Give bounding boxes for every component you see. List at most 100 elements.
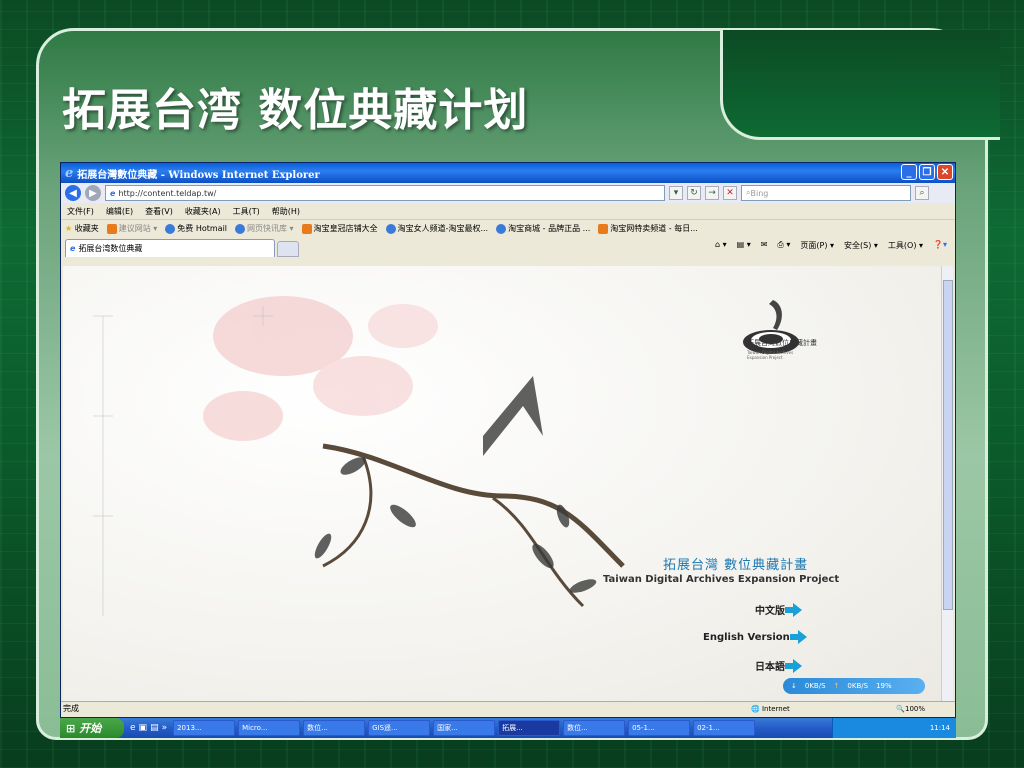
page-menu[interactable]: 页面(P) ▾ — [800, 240, 834, 251]
arrow-right-icon — [789, 630, 807, 644]
mail-icon[interactable]: ✉ — [761, 240, 768, 251]
taskbar-item[interactable]: 数位... — [303, 720, 366, 736]
refresh-button[interactable]: ↻ — [687, 186, 701, 200]
ie-logo-icon: e — [65, 165, 74, 181]
taskbar-item[interactable]: 拓展... — [498, 720, 561, 736]
stop-button[interactable]: ✕ — [723, 186, 737, 200]
new-tab-button[interactable] — [277, 241, 299, 257]
logo-subtitle: Taiwan Digital Archives Expansion Project — [747, 350, 794, 360]
taskbar-item[interactable]: 数位... — [563, 720, 626, 736]
page-icon: e — [110, 188, 116, 198]
minimize-button[interactable]: _ — [901, 164, 917, 180]
status-bar: 完成 🌐 Internet 🔍100% — [61, 701, 955, 715]
upload-icon: ↑ — [833, 682, 840, 690]
taskbar-item[interactable]: GIS遥... — [368, 720, 431, 736]
desktop-icon[interactable]: ▣ — [139, 723, 148, 733]
window-controls: _ ❐ ✕ — [901, 164, 953, 180]
ie-tab-icon: e — [70, 244, 76, 253]
menu-edit[interactable]: 编辑(E) — [106, 206, 133, 217]
feeds-icon[interactable]: ▤ ▾ — [737, 240, 751, 251]
menu-view[interactable]: 查看(V) — [145, 206, 173, 217]
folder-icon[interactable]: ▤ — [150, 723, 159, 733]
system-tray: 11:14 — [832, 718, 956, 738]
address-text: http://content.teldap.tw/ — [118, 188, 217, 198]
forward-button[interactable]: ▶ — [85, 185, 101, 201]
download-speed: 0KB/S — [804, 682, 826, 690]
taskbar-item[interactable]: Micro... — [238, 720, 301, 736]
tools-menu[interactable]: 工具(O) ▾ — [888, 240, 923, 251]
search-placeholder: Bing — [750, 188, 769, 198]
ie-icon[interactable]: e — [130, 723, 136, 733]
site-icon — [165, 223, 176, 234]
help-icon[interactable]: ❓▾ — [933, 240, 947, 251]
zoom-level[interactable]: 🔍100% — [896, 705, 925, 713]
menu-favorites[interactable]: 收藏夹(A) — [185, 206, 221, 217]
start-button[interactable]: ⊞ 开始 — [60, 718, 124, 738]
title-curve-decoration — [720, 30, 1000, 140]
print-icon[interactable]: ⎙ ▾ — [777, 240, 790, 251]
menu-bar: 文件(F) 编辑(E) 查看(V) 收藏夹(A) 工具(T) 帮助(H) — [61, 203, 955, 219]
lang-link-english[interactable]: English Version — [703, 630, 807, 644]
logo-text: 拓展台灣數位典藏計畫 — [747, 339, 817, 347]
taskbar: ⊞ 开始 e ▣ ▤» 2013... Micro... 数位... GIS遥... … — [60, 718, 956, 738]
clock[interactable]: 11:14 — [930, 724, 950, 732]
site-icon — [235, 223, 246, 234]
maximize-button[interactable]: ❐ — [919, 164, 935, 180]
compat-view-button[interactable]: ▾ — [669, 186, 683, 200]
favorites-button[interactable]: ★ 收藏夹 — [65, 223, 99, 234]
fav-item[interactable]: 免费 Hotmail — [165, 223, 227, 234]
chevron-icon[interactable]: » — [162, 723, 168, 733]
search-input[interactable]: ⌕ Bing — [741, 185, 911, 201]
site-icon — [496, 223, 507, 234]
windows-logo-icon: ⊞ — [66, 721, 76, 735]
fav-item[interactable]: 淘宝女人频道-淘宝最权... — [385, 223, 488, 234]
address-row: ◀ ▶ e http://content.teldap.tw/ ▾ ↻ → ✕ ⌕… — [61, 183, 955, 203]
upload-speed: 0KB/S — [847, 682, 869, 690]
go-button[interactable]: → — [705, 186, 719, 200]
lang-link-chinese[interactable]: 中文版 — [755, 602, 802, 617]
arrow-right-icon — [785, 602, 802, 617]
tab-label: 拓展台湾数位典藏 — [78, 244, 143, 253]
ie-title-bar: e 拓展台灣數位典藏 - Windows Internet Explorer _… — [61, 163, 955, 183]
home-icon[interactable]: ⌂ ▾ — [715, 240, 727, 251]
lang-link-japanese[interactable]: 日本語 — [755, 658, 802, 673]
site-icon — [106, 223, 117, 234]
command-bar: ⌂ ▾ ▤ ▾ ✉ ⎙ ▾ 页面(P) ▾ 安全(S) ▾ 工具(O) ▾ ❓▾ — [715, 240, 947, 251]
favorites-bar: ★ 收藏夹 建议网站 ▾ 免费 Hotmail 网页快讯库 ▾ 淘宝皇冠店铺大全… — [61, 219, 955, 237]
ie-window-title: 拓展台灣數位典藏 - Windows Internet Explorer — [77, 169, 320, 181]
taskbar-item[interactable]: 2013... — [173, 720, 236, 736]
address-bar[interactable]: e http://content.teldap.tw/ — [105, 185, 665, 201]
fav-item[interactable]: 淘宝网特卖频道 - 每日... — [598, 223, 698, 234]
speed-indicator: ↓ 0KB/S ↑ 0KB/S 19% — [783, 678, 925, 694]
slide-title: 拓展台湾 数位典藏计划 — [62, 85, 529, 136]
download-icon: ↓ — [791, 682, 797, 690]
fav-item[interactable]: 淘宝皇冠店铺大全 — [301, 223, 378, 234]
taskbar-item[interactable]: 02-1... — [693, 720, 756, 736]
taskbar-item[interactable]: 国家... — [433, 720, 496, 736]
web-content: 拓展台灣數位典藏計畫 Taiwan Digital Archives Expans… — [63, 266, 943, 702]
star-icon: ★ — [65, 224, 73, 233]
site-icon — [385, 223, 396, 234]
close-button[interactable]: ✕ — [937, 164, 953, 180]
security-zone: 🌐 Internet — [751, 704, 790, 713]
browser-tab[interactable]: e 拓展台湾数位典藏 — [65, 239, 275, 257]
status-text: 完成 — [63, 704, 79, 713]
search-go-button[interactable]: ⌕ — [915, 186, 929, 200]
menu-tools[interactable]: 工具(T) — [233, 206, 260, 217]
menu-file[interactable]: 文件(F) — [67, 206, 94, 217]
globe-icon: 🌐 — [751, 704, 762, 713]
fav-item[interactable]: 淘宝商城 - 品牌正品 ... — [496, 223, 590, 234]
favorites-label: 收藏夹 — [74, 224, 99, 233]
back-button[interactable]: ◀ — [65, 185, 81, 201]
ie-window: e 拓展台灣數位典藏 - Windows Internet Explorer _… — [60, 162, 956, 718]
fav-item[interactable]: 网页快讯库 ▾ — [235, 223, 294, 234]
fav-item[interactable]: 建议网站 ▾ — [106, 223, 157, 234]
vertical-scrollbar[interactable] — [941, 266, 953, 702]
scroll-thumb[interactable] — [943, 280, 953, 610]
zoom-icon: 🔍 — [896, 704, 905, 713]
site-icon — [598, 223, 609, 234]
tab-row: e 拓展台湾数位典藏 ⌂ ▾ ▤ ▾ ✉ ⎙ ▾ 页面(P) ▾ 安全(S) ▾ … — [61, 237, 955, 257]
taskbar-item[interactable]: 05-1... — [628, 720, 691, 736]
menu-help[interactable]: 帮助(H) — [272, 206, 300, 217]
safety-menu[interactable]: 安全(S) ▾ — [844, 240, 878, 251]
